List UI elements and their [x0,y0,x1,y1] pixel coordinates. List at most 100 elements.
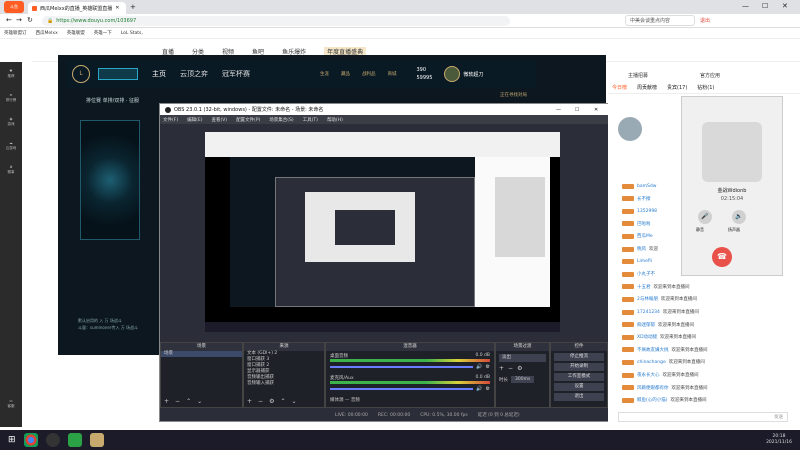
speaker-icon[interactable]: 🔊 [476,364,482,370]
hangup-button[interactable]: ☎ [712,247,732,267]
chat-username[interactable]: 晚风 [637,246,646,252]
volume-slider[interactable] [330,388,474,390]
lol-nav-tft[interactable]: 云顶之弈 [180,69,208,79]
rail-cloud-game[interactable]: ☁ 云游戏 [0,134,22,158]
obs-close-icon[interactable]: ✕ [594,107,598,113]
chat-username[interactable]: 巴啦啦 [637,221,651,227]
obs-preview[interactable] [205,132,560,332]
lol-nav-home[interactable]: 主页 [152,69,166,79]
lol-collection[interactable]: 藏品 [341,71,350,77]
studio-mode-button[interactable]: 工作室模式 [554,373,604,381]
lol-store[interactable]: 商城 [388,71,397,77]
chat-username[interactable]: 长不擦 [637,196,651,202]
obs-title-bar[interactable]: OBS 23.0.1 (32-bit, windows) - 配置文件: 未命名… [160,104,608,115]
tab-diamond[interactable]: 钻粉(1) [697,84,714,93]
obs-icon[interactable] [45,433,60,447]
forward-icon[interactable]: → [16,16,22,24]
chat-username[interactable]: 17241234 [637,310,660,315]
chat-username[interactable]: chinachange [637,360,666,365]
gear-icon[interactable]: ⚙ [517,365,522,372]
chat-username[interactable]: 夜永长大心 [637,372,660,378]
chat-username[interactable]: 痴迷郁郁 [637,322,655,328]
lol-nav-clash[interactable]: 冠军杯赛 [222,69,250,79]
chat-username[interactable]: 2与林翰朋 [637,296,658,302]
wechat-icon[interactable] [67,433,82,447]
bookmark-item[interactable]: 西瓜Melxx [36,30,58,36]
source-item[interactable]: 音频输入捕获 [244,381,324,387]
chat-username[interactable]: Limefli [637,259,652,264]
menu-help[interactable]: 帮助(H) [327,117,343,123]
search-hint[interactable]: 中美会谈重点内容 [625,15,695,26]
chat-username[interactable]: 鲸鱼(心的小猫) [637,397,668,403]
gear-icon[interactable]: ⚙ [269,398,274,405]
remove-icon[interactable]: − [508,365,513,372]
remove-icon[interactable]: − [175,398,180,405]
user-tag[interactable]: 退出 [700,17,710,24]
rail-rank[interactable]: ≡ 排行榜 [0,86,22,110]
menu-scene-collection[interactable]: 场景集合(S) [269,117,293,123]
menu-tools[interactable]: 工具(T) [303,117,318,123]
chrome-icon[interactable] [23,433,38,447]
chat-username[interactable]: 西瓜Me [637,233,653,239]
tab-vip[interactable]: 贵宾(17) [667,84,687,93]
chat-username[interactable]: 小丸子不 [637,271,655,277]
rail-game[interactable]: ◉ 游戏 [0,110,22,134]
up-icon[interactable]: ⌃ [280,398,285,405]
menu-edit[interactable]: 编辑(E) [187,117,202,123]
back-icon[interactable]: ← [6,16,12,24]
transition-select[interactable]: 淡出 [499,354,546,362]
start-recording-button[interactable]: 开始录制 [554,363,604,371]
stop-streaming-button[interactable]: 停止推流 [554,353,604,361]
mute-button[interactable]: 🎤 [698,210,712,224]
reload-icon[interactable]: ↻ [27,16,33,24]
chat-username[interactable]: XD动动腿 [637,334,657,340]
settings-button[interactable]: 设置 [554,383,604,391]
down-icon[interactable]: ⌄ [291,398,296,405]
lol-profile[interactable]: 生涯 [320,71,329,77]
gear-icon[interactable]: ⚙ [486,364,490,370]
add-icon[interactable]: + [164,398,169,405]
lol-loot[interactable]: 战利品 [362,71,376,77]
chat-username[interactable]: 风蕲便跟都有你 [637,385,669,391]
down-icon[interactable]: ⌄ [197,398,202,405]
add-icon[interactable]: + [499,365,504,372]
menu-view[interactable]: 查看(V) [211,117,227,123]
obs-window[interactable]: OBS 23.0.1 (32-bit, windows) - 配置文件: 未命名… [159,103,609,422]
close-icon[interactable]: ✕ [115,5,119,11]
duration-input[interactable]: 300ms [511,376,535,383]
up-icon[interactable]: ⌃ [186,398,191,405]
bookmark-item[interactable]: LoL Stats, [121,31,143,36]
rail-service[interactable]: ☏ 客服 [0,392,22,416]
call-window[interactable]: 金战Wdionb 02:15:04 🎤 静音 🔈 扬声器 ☎ [681,96,783,276]
exit-button[interactable]: 退出 [554,393,604,401]
chat-username[interactable]: 1352998 [637,209,657,214]
maximize-icon[interactable]: ☐ [762,2,768,10]
url-input[interactable]: 🔒 https://www.douyu.com/103697 [42,15,510,26]
tab-daily[interactable]: 今日榜 [612,84,627,93]
new-tab-icon[interactable]: + [130,3,136,11]
minimize-icon[interactable]: — [742,2,749,10]
tab-weekly[interactable]: 周贡献榜 [637,84,657,93]
close-window-icon[interactable]: ✕ [782,2,788,10]
chat-username[interactable]: bamSdw [637,184,656,189]
obs-maximize-icon[interactable]: ☐ [575,107,579,113]
rail-recommend[interactable]: ♥ 推荐 [0,62,22,86]
remove-icon[interactable]: − [258,398,263,405]
avatar[interactable] [618,117,642,141]
obs-minimize-icon[interactable]: — [556,107,561,113]
chat-username[interactable]: 不屑故友嫌大挑 [637,347,669,353]
chat-username[interactable]: 十五君 [637,284,651,290]
bookmark-item[interactable]: 英雄一下 [94,30,112,36]
scene-item[interactable]: 场景 [161,351,242,357]
bookmark-item[interactable]: 英雄联盟 [67,30,85,36]
lol-icon[interactable] [89,433,104,447]
rail-esports[interactable]: ♛ 赛事 [0,158,22,182]
add-icon[interactable]: + [247,398,252,405]
speaker-button[interactable]: 🔈 [732,210,746,224]
menu-profile[interactable]: 配置文件(P) [236,117,260,123]
browser-tab[interactable]: 西瓜Melxx的直播_英雄联盟直播 ✕ [28,2,126,14]
chat-input[interactable]: 发送 [618,412,788,422]
menu-file[interactable]: 文件(F) [163,117,178,123]
play-button[interactable] [98,68,138,80]
speaker-icon[interactable]: 🔊 [476,386,482,392]
